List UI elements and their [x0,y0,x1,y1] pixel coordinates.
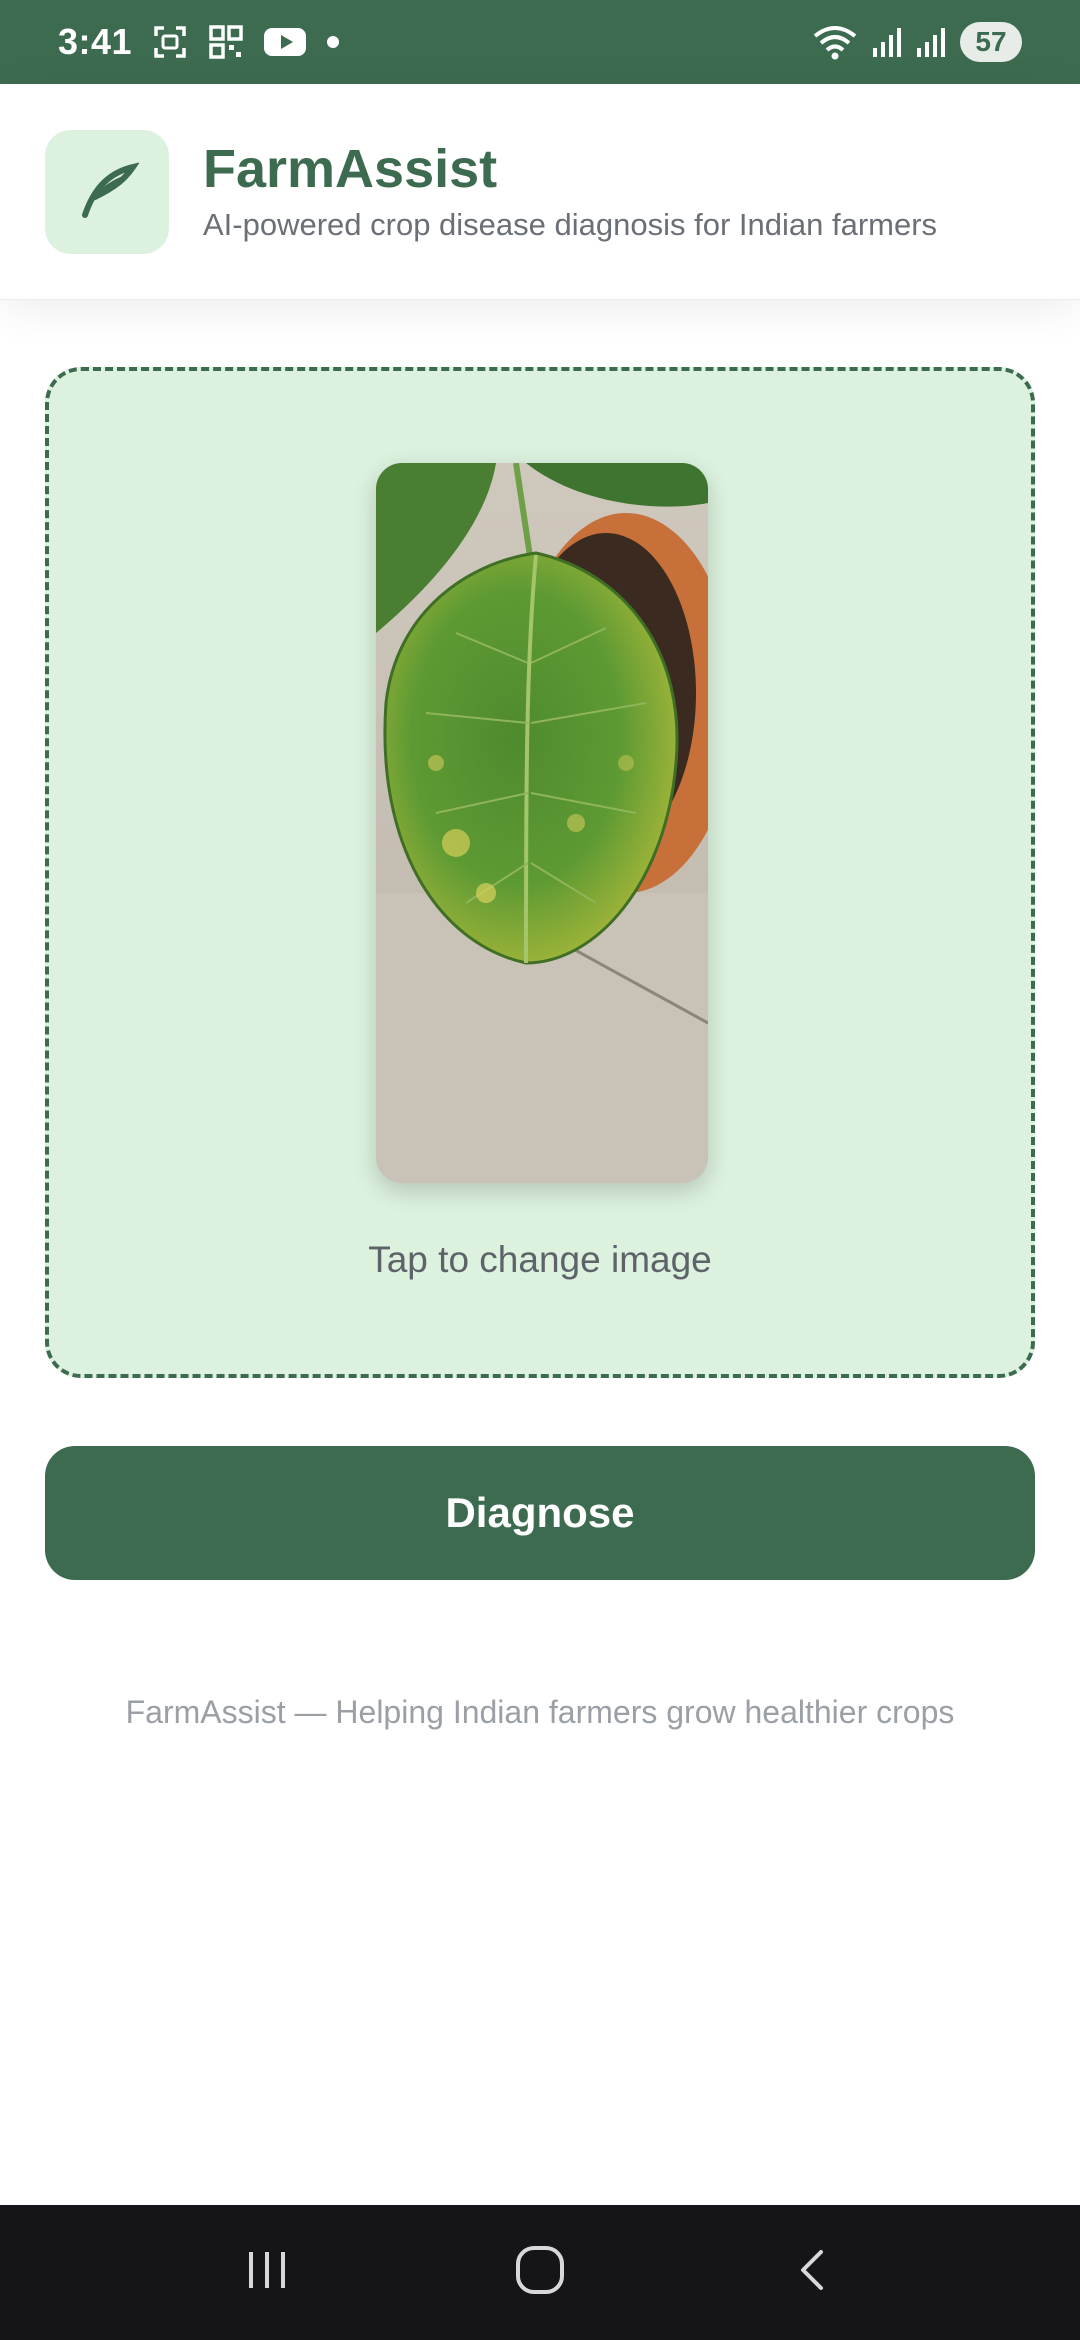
back-icon [789,2246,837,2299]
logo [45,129,169,254]
status-bar: 3:41 57 [0,0,1080,84]
diagnose-button[interactable]: Diagnose [45,1446,1035,1580]
leaf-icon [75,157,140,226]
recents-icon [243,2246,291,2299]
upload-hint: Tap to change image [368,1239,712,1280]
signal-icon-2 [916,26,946,58]
status-left: 3:41 [58,21,340,63]
system-nav-bar [0,2205,1080,2340]
signal-icon [872,26,902,58]
status-time: 3:41 [58,21,133,62]
footer-tagline: FarmAssist — Helping Indian farmers grow… [125,1694,955,1730]
leaf-photo[interactable] [376,463,708,1183]
recents-button[interactable] [217,2223,317,2323]
status-right: 57 [812,22,1022,62]
header-text: FarmAssist AI-powered crop disease diagn… [203,138,938,243]
app-header: FarmAssist AI-powered crop disease diagn… [0,84,1080,300]
wifi-icon [812,24,858,60]
app-title: FarmAssist [203,138,498,199]
qr-icon [208,24,244,60]
battery-icon: 57 [960,22,1022,62]
image-upload-area[interactable]: Tap to change image [45,367,1035,1378]
home-icon [514,2244,566,2301]
screenshot-icon [152,24,188,60]
back-button[interactable] [763,2223,863,2323]
notification-dot-icon [326,35,340,49]
youtube-icon [264,26,307,58]
home-button[interactable] [490,2223,590,2323]
app-subtitle: AI-powered crop disease diagnosis for In… [203,207,938,243]
